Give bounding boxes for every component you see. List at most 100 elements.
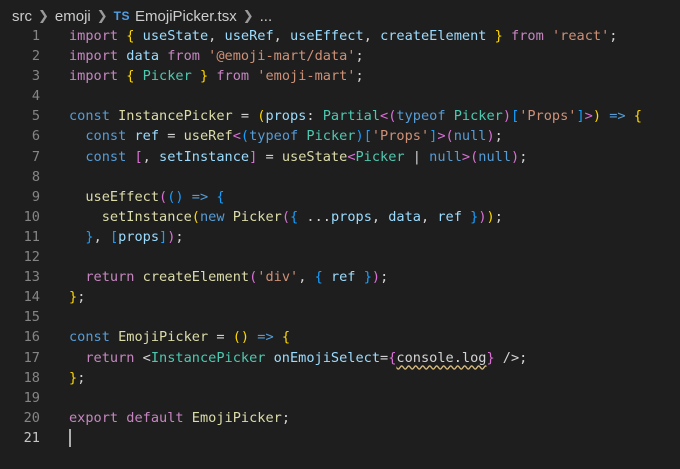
code-token: ,: [421, 208, 438, 225]
code-token: }: [69, 289, 78, 306]
code-token: data: [126, 48, 160, 65]
code-token: setInstance: [101, 208, 192, 225]
code-line[interactable]: 17 return <InstancePicker onEmojiSelect=…: [0, 348, 680, 368]
code-token: =: [380, 349, 389, 366]
line-number: 10: [23, 208, 40, 225]
code-token: [: [134, 148, 143, 165]
code-token: Picker: [142, 68, 192, 85]
line-content: useEffect(() => {: [40, 187, 224, 207]
code-line[interactable]: 18};: [0, 368, 680, 388]
code-token: ref: [437, 208, 462, 225]
code-line[interactable]: 6 const ref = useRef<(typeof Picker)['Pr…: [0, 126, 680, 146]
code-token: }: [486, 349, 495, 366]
code-token: ): [486, 128, 495, 145]
code-token: const: [69, 329, 110, 346]
code-token: >: [584, 108, 593, 125]
line-number: 4: [31, 88, 40, 105]
code-token: (: [191, 208, 200, 225]
code-token: ref: [134, 128, 160, 145]
line-number: 21: [23, 429, 40, 446]
breadcrumb-segment-emoji[interactable]: emoji: [55, 8, 91, 25]
code-token: props: [118, 228, 160, 245]
code-token: Picker: [306, 128, 356, 145]
code-editor[interactable]: src ❯ emoji ❯ TS EmojiPicker.tsx ❯ ... 1…: [0, 0, 680, 469]
code-line[interactable]: 20 export default EmojiPicker;: [0, 408, 680, 428]
code-token: 'Props': [371, 128, 430, 145]
line-content: setInstance(new Picker({ ...props, data,…: [40, 207, 503, 227]
code-line[interactable]: 12: [0, 247, 680, 267]
code-token: props: [330, 208, 372, 225]
code-line[interactable]: 13 return createElement('div', { ref });: [0, 267, 680, 287]
code-token: ;: [355, 68, 364, 85]
code-line[interactable]: 14};: [0, 287, 680, 307]
code-token: ): [478, 208, 487, 225]
code-token: ,: [142, 148, 160, 165]
code-token: ): [371, 269, 381, 286]
line-number: 19: [23, 389, 40, 406]
code-token: InstancePicker: [150, 349, 266, 366]
code-line[interactable]: 15: [0, 307, 680, 327]
line-number: 17: [23, 349, 40, 366]
line-number: 14: [23, 289, 40, 306]
code-token: =: [232, 108, 258, 125]
code-line[interactable]: 3 import { Picker } from 'emoji-mart';: [0, 66, 680, 86]
code-token: null: [429, 148, 462, 165]
code-token: =: [257, 148, 282, 165]
line-content: import { useState, useRef, useEffect, cr…: [40, 26, 617, 46]
code-token: EmojiPicker: [191, 409, 282, 426]
breadcrumb-symbols[interactable]: ...: [260, 8, 273, 25]
code-line[interactable]: 10 setInstance(new Picker({ ...props, da…: [0, 207, 680, 227]
code-token: >: [437, 128, 446, 145]
code-line[interactable]: 1 import { useState, useRef, useEffect, c…: [0, 26, 680, 46]
code-line[interactable]: 9 useEffect(() => {: [0, 187, 680, 207]
code-token: const: [69, 108, 110, 125]
code-token: {: [633, 108, 642, 125]
code-line[interactable]: 21: [0, 428, 680, 448]
line-number: 7: [31, 148, 40, 165]
code-token: Picker: [232, 208, 282, 225]
code-area[interactable]: 1 import { useState, useRef, useEffect, c…: [0, 26, 680, 448]
line-content: return createElement('div', { ref });: [40, 267, 388, 287]
code-token: }: [494, 28, 503, 44]
line-content: };: [40, 287, 85, 307]
line-content: const [, setInstance] = useState<Picker …: [40, 147, 527, 167]
code-line[interactable]: 11 }, [props]);: [0, 227, 680, 247]
line-number: 12: [23, 249, 40, 266]
code-line[interactable]: 4: [0, 86, 680, 106]
line-number: 11: [23, 228, 40, 245]
code-line[interactable]: 7 const [, setInstance] = useState<Picke…: [0, 147, 680, 167]
breadcrumb-segment-src[interactable]: src: [12, 8, 32, 25]
code-line[interactable]: 16 const EmojiPicker = () => {: [0, 327, 680, 347]
code-line[interactable]: 2 import data from '@emoji-mart/data';: [0, 46, 680, 66]
code-token: (: [445, 128, 454, 145]
code-token: new: [199, 208, 225, 225]
breadcrumb-file-name[interactable]: EmojiPicker.tsx: [135, 8, 237, 25]
code-line[interactable]: 19: [0, 388, 680, 408]
code-token: import: [69, 28, 119, 44]
line-content: [40, 86, 69, 106]
code-token: |: [404, 148, 430, 165]
code-line[interactable]: 5 const InstancePicker = (props: Partial<…: [0, 106, 680, 126]
line-content: [40, 167, 69, 187]
code-token: const: [85, 128, 127, 145]
code-token: useEffect: [85, 188, 160, 205]
chevron-right-icon: ❯: [96, 8, 108, 23]
code-token: console.log: [396, 349, 487, 366]
line-content: const InstancePicker = (props: Partial<(…: [40, 106, 642, 126]
line-number: 15: [23, 309, 40, 326]
code-token: typeof: [249, 128, 299, 145]
line-content: }, [props]);: [40, 227, 183, 247]
code-line[interactable]: 8: [0, 167, 680, 187]
